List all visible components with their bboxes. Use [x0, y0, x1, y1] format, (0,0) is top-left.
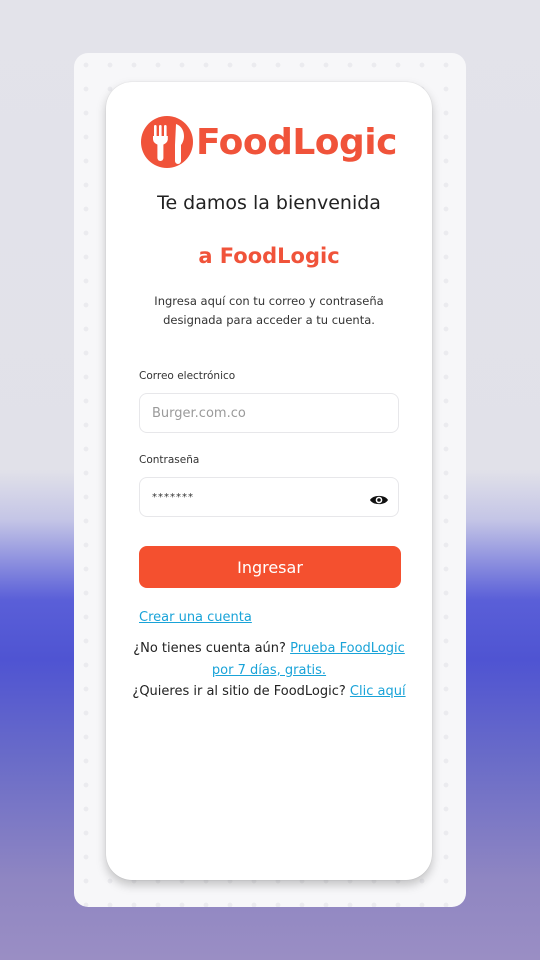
- footer-links: ¿No tienes cuenta aún? Prueba FoodLogic …: [128, 638, 410, 703]
- create-account-link[interactable]: Crear una cuenta: [139, 610, 252, 625]
- intro-text: Ingresa aquí con tu correo y contraseña …: [154, 294, 384, 327]
- email-label: Correo electrónico: [139, 370, 236, 382]
- fork-knife-icon: [141, 116, 193, 168]
- login-button[interactable]: Ingresar: [139, 546, 401, 588]
- login-card: FoodLogic Te damos la bienvenida a FoodL…: [106, 82, 432, 880]
- password-label: Contraseña: [139, 454, 200, 466]
- eye-icon[interactable]: [368, 489, 390, 511]
- email-field[interactable]: [139, 393, 399, 433]
- password-field[interactable]: [139, 477, 399, 517]
- site-question-text: ¿Quieres ir al sitio de FoodLogic?: [132, 684, 346, 699]
- site-link[interactable]: Clic aquí: [350, 684, 406, 699]
- logo: FoodLogic: [140, 112, 398, 172]
- welcome-heading: Te damos la bienvenida: [157, 192, 381, 214]
- brand-heading: a FoodLogic: [198, 244, 340, 268]
- no-account-text: ¿No tienes cuenta aún?: [133, 641, 286, 656]
- logo-text: FoodLogic: [196, 121, 398, 163]
